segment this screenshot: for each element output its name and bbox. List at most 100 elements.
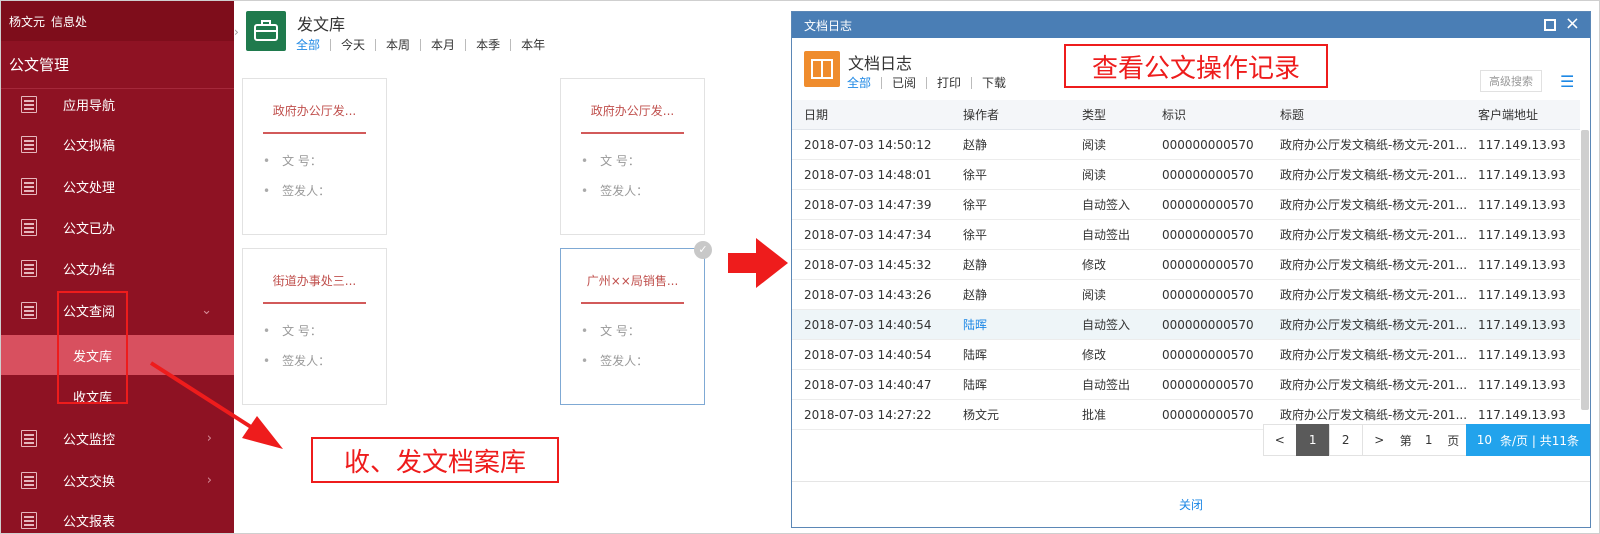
cell-date: 2018-07-03 14:48:01 [804,168,932,182]
goto-prefix: 第 [1394,424,1417,456]
list-view-icon[interactable]: ☰ [1560,72,1574,91]
collapse-toggle-icon[interactable]: › [234,25,242,39]
cell-operator-link[interactable]: 陆晖 [963,310,987,340]
table-row[interactable]: 2018-07-03 14:48:01 徐平 阅读 000000000570 政… [792,160,1580,190]
card-title: 街道办事处三... [272,274,357,288]
sidebar-section-title[interactable]: 公文管理 [1,41,234,89]
user-department: 信息处 [51,14,88,29]
table-row[interactable]: 2018-07-03 14:45:32 赵静 修改 000000000570 政… [792,250,1580,280]
cell-id: 000000000570 [1162,168,1254,182]
tab-today[interactable]: 今天 [330,39,375,51]
cell-id: 000000000570 [1162,318,1254,332]
cell-title: 政府办公厅发文稿纸-杨文元-201... [1280,318,1468,332]
sidebar-item-label: 公文监控 [63,432,116,448]
tab-this-month[interactable]: 本月 [420,39,465,51]
cell-type: 阅读 [1082,168,1107,182]
sidebar-item-processing[interactable]: 公文处理 [1,165,234,207]
tab-all[interactable]: 全部 [296,39,330,51]
table-scrollbar[interactable] [1581,130,1589,410]
cell-id: 000000000570 [1162,138,1254,152]
goto-page-input[interactable]: 1 [1415,424,1442,456]
close-button[interactable]: 关闭 [1179,496,1203,513]
page-size-summary: 条/页 | 共11条 [1500,433,1579,448]
column-header-type[interactable]: 类型 [1082,100,1106,130]
log-table: 日期 操作者 类型 标识 标题 客户端地址 2018-07-03 14:50:1… [792,100,1580,430]
table-header-row: 日期 操作者 类型 标识 标题 客户端地址 [792,100,1580,130]
column-header-client-ip[interactable]: 客户端地址 [1478,100,1538,130]
sidebar-item-done[interactable]: 公文已办 [1,206,234,248]
chevron-down-icon[interactable]: ⌄ [201,303,212,318]
column-header-id[interactable]: 标识 [1162,100,1186,130]
next-page-button[interactable]: > [1361,424,1396,456]
chevron-right-icon[interactable]: › [207,473,212,488]
tab-this-week[interactable]: 本周 [375,39,420,51]
check-icon[interactable]: ✓ [694,241,712,259]
document-card[interactable]: 政府办公厅发... 文 号： 签发人： [242,78,387,235]
cell-operator: 陆晖 [963,348,988,362]
tab-print[interactable]: 打印 [926,77,971,89]
card-title: 政府办公厅发... [272,104,357,118]
table-row[interactable]: 2018-07-03 14:47:34 徐平 自动签出 000000000570… [792,220,1580,250]
document-icon [21,302,37,319]
cell-client-ip: 117.149.13.93 [1478,258,1566,272]
document-icon [21,512,37,529]
document-log-dialog: 文档日志 × 文档日志 全部 已阅 打印 下载 查看公文操作记录 高级搜索 ☰ … [791,11,1591,528]
document-icon [21,178,37,195]
sidebar-item-monitor[interactable]: 公文监控 › [1,417,234,459]
pagination: < 1 2 > 第 1 页 10 条/页 | 共11条 [1262,424,1590,456]
page-button[interactable]: 2 [1328,424,1363,456]
column-header-operator[interactable]: 操作者 [963,100,999,130]
sidebar: 杨文元 信息处 公文管理 应用导航 公文拟稿 公文处理 公文已办 公文办结 公文… [1,1,234,533]
dialog-titlebar[interactable]: 文档日志 × [792,12,1590,38]
page-button-current[interactable]: 1 [1295,424,1330,456]
user-bar: 杨文元 信息处 [1,1,234,41]
sidebar-item-label: 应用导航 [63,98,116,114]
sidebar-item-reports[interactable]: 公文报表 [1,499,234,533]
column-header-date[interactable]: 日期 [804,100,828,130]
cell-client-ip: 117.149.13.93 [1478,228,1566,242]
tab-download[interactable]: 下载 [971,77,1016,89]
cell-operator: 赵静 [963,258,988,272]
cell-date: 2018-07-03 14:27:22 [804,408,932,422]
sidebar-item-exchange[interactable]: 公文交换 › [1,459,234,501]
cell-title: 政府办公厅发文稿纸-杨文元-201... [1280,168,1468,182]
sidebar-item-drafting[interactable]: 公文拟稿 [1,123,234,165]
document-card-selected[interactable]: ✓ 广州××局销售... 文 号： 签发人： [560,241,712,405]
sidebar-item-app-nav[interactable]: 应用导航 [1,83,234,125]
sidebar-item-concluded[interactable]: 公文办结 [1,247,234,289]
table-row[interactable]: 2018-07-03 14:43:26 赵静 阅读 000000000570 政… [792,280,1580,310]
tab-read[interactable]: 已阅 [881,77,926,89]
cell-date: 2018-07-03 14:45:32 [804,258,932,272]
tab-this-quarter[interactable]: 本季 [465,39,510,51]
maximize-icon[interactable] [1544,19,1556,31]
cell-type: 自动签入 [1082,318,1131,332]
cell-operator: 杨文元 [963,408,1000,422]
cell-id: 000000000570 [1162,348,1254,362]
table-row[interactable]: 2018-07-03 14:40:47 陆晖 自动签出 000000000570… [792,370,1580,400]
document-card[interactable]: 街道办事处三... 文 号： 签发人： [242,248,387,405]
card-divider [263,302,366,304]
card-signer: 签发人： [581,352,648,369]
column-header-title[interactable]: 标题 [1280,100,1304,130]
table-row[interactable]: 2018-07-03 14:40:54 陆晖 修改 000000000570 政… [792,340,1580,370]
page-size-selector[interactable]: 10 条/页 | 共11条 [1465,424,1590,456]
close-icon[interactable]: × [1565,14,1580,34]
document-card[interactable]: 政府办公厅发... 文 号： 签发人： [560,78,705,235]
user-name[interactable]: 杨文元 [9,13,45,30]
table-row[interactable]: 2018-07-03 14:47:39 徐平 自动签入 000000000570… [792,190,1580,220]
cell-title: 政府办公厅发文稿纸-杨文元-201... [1280,348,1468,362]
cell-title: 政府办公厅发文稿纸-杨文元-201... [1280,378,1468,392]
cell-date: 2018-07-03 14:47:34 [804,228,932,242]
cell-operator: 徐平 [963,168,988,182]
table-row-hovered[interactable]: 2018-07-03 14:40:54 陆晖 自动签入 000000000570… [792,310,1580,340]
document-icon [21,472,37,489]
advanced-search-button[interactable]: 高级搜索 [1480,70,1542,92]
prev-page-button[interactable]: < [1262,424,1297,456]
cell-date: 2018-07-03 14:43:26 [804,288,932,302]
tab-all[interactable]: 全部 [847,77,881,89]
table-row[interactable]: 2018-07-03 14:50:12 赵静 阅读 000000000570 政… [792,130,1580,160]
chevron-right-icon[interactable]: › [207,431,212,446]
annotation-archive-label: 收、发文档案库 [311,437,559,483]
card-signer: 签发人： [263,352,330,369]
tab-this-year[interactable]: 本年 [510,39,555,51]
